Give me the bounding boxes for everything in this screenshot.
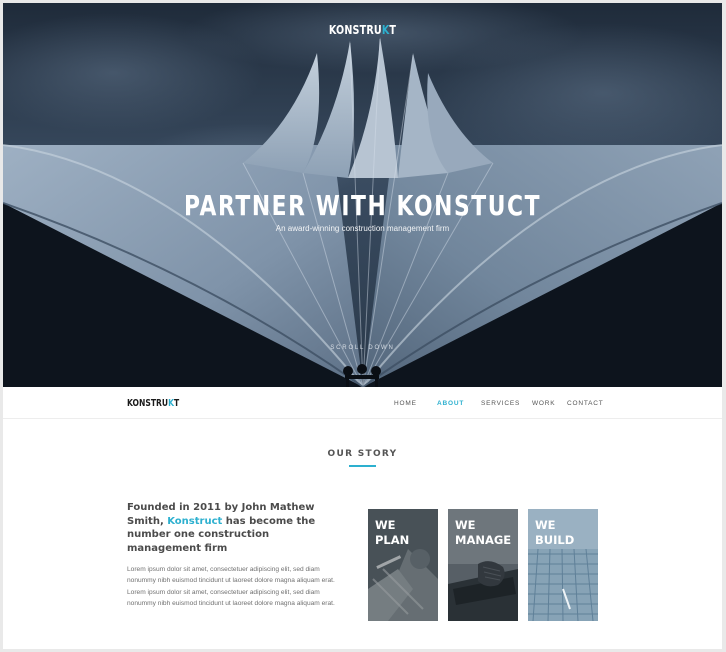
nav-logo[interactable]: KONSTRUKT xyxy=(127,398,179,409)
page: KONSTRUKT PARTNER WITH KONSTUCT An award… xyxy=(3,3,722,649)
hero-logo-text: KONSTRU xyxy=(328,23,382,37)
card-we-build[interactable]: WE BUILD xyxy=(528,509,598,621)
nav-item-services[interactable]: SERVICES xyxy=(481,400,520,407)
nav-item-home[interactable]: HOME xyxy=(394,400,417,407)
card-label: WE BUILD xyxy=(535,518,575,547)
card-label: WE PLAN xyxy=(375,518,410,547)
hero-logo-end: T xyxy=(389,23,397,37)
nav-item-contact[interactable]: CONTACT xyxy=(567,400,604,407)
card-we-manage[interactable]: WE MANAGE xyxy=(448,509,518,621)
story-lead-brand: Konstruct xyxy=(167,515,223,527)
nav-logo-text: KONSTRU xyxy=(127,398,169,409)
navbar: KONSTRUKT HOME ABOUT SERVICES WORK CONTA… xyxy=(3,387,722,419)
scroll-down-link[interactable]: SCROLL DOWN xyxy=(3,345,722,351)
story-lead: Founded in 2011 by John Mathew Smith, Ko… xyxy=(127,501,337,555)
hero-section: KONSTRUKT PARTNER WITH KONSTUCT An award… xyxy=(3,3,722,387)
card-we-plan[interactable]: WE PLAN xyxy=(368,509,438,621)
story-body: Lorem ipsum dolor sit amet, consectetuer… xyxy=(127,566,335,608)
section-title-underline xyxy=(349,465,376,467)
nav-logo-end: T xyxy=(173,398,180,409)
hero-title: PARTNER WITH KONSTUCT xyxy=(183,189,542,222)
section-title: OUR STORY xyxy=(327,449,398,459)
hero-subtitle: An award-winning construction management… xyxy=(275,224,450,233)
card-label: WE MANAGE xyxy=(455,518,512,547)
nav-item-about[interactable]: ABOUT xyxy=(437,400,464,407)
hero-logo[interactable]: KONSTRUKT xyxy=(75,23,650,37)
nav-item-work[interactable]: WORK xyxy=(532,400,555,407)
hero-logo-accent: K xyxy=(381,23,390,37)
